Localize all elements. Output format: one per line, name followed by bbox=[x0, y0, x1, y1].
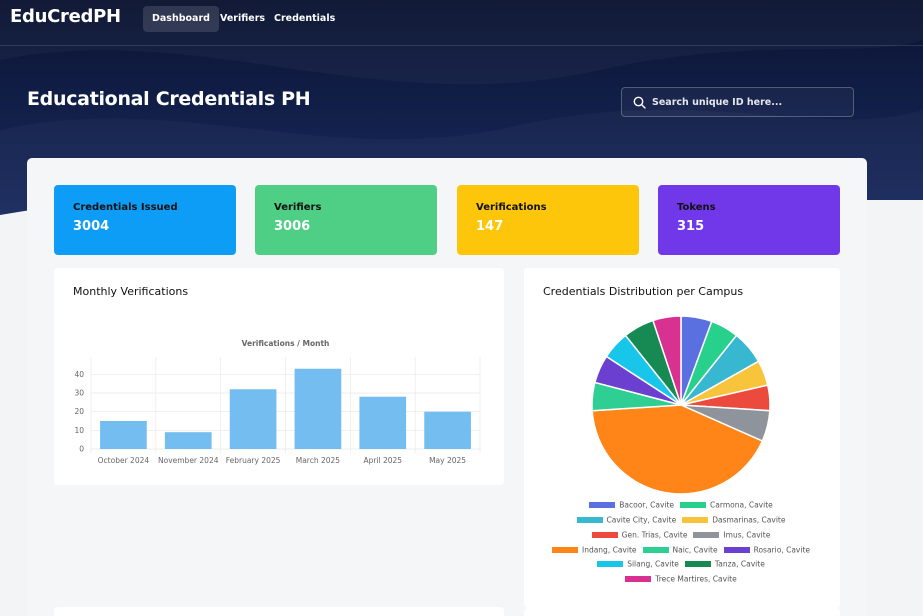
search-icon bbox=[633, 96, 646, 109]
page-title: Educational Credentials PH bbox=[27, 88, 311, 110]
legend-item[interactable]: Trece Martires, Cavite bbox=[625, 574, 737, 584]
legend-row: Bacoor, Cavite Carmona, Cavite bbox=[524, 500, 838, 514]
legend-item[interactable]: Carmona, Cavite bbox=[680, 500, 773, 510]
stat-label: Verifiers bbox=[274, 202, 322, 213]
chart-title: Verifications / Month bbox=[242, 339, 330, 348]
top-navbar: EduCredPH Dashboard Verifiers Credential… bbox=[0, 0, 923, 46]
brand-logo[interactable]: EduCredPH bbox=[10, 6, 121, 27]
legend-item[interactable]: Silang, Cavite bbox=[597, 559, 679, 569]
stat-value: 147 bbox=[476, 219, 504, 234]
stat-label: Tokens bbox=[677, 202, 716, 213]
legend-label: Imus, Cavite bbox=[723, 530, 771, 540]
monthly-verifications-chart: Verifications / Month 0 10 20 30 40 October 20… bbox=[74, 339, 481, 465]
nav-dashboard[interactable]: Dashboard bbox=[143, 6, 219, 32]
bar[interactable] bbox=[100, 421, 147, 449]
x-tick-label: May 2025 bbox=[429, 456, 466, 465]
legend-label: Gen. Trias, Cavite bbox=[621, 530, 688, 540]
y-tick-label: 40 bbox=[74, 370, 84, 379]
legend-label: Carmona, Cavite bbox=[710, 500, 773, 510]
legend-item[interactable]: Dasmarinas, Cavite bbox=[682, 515, 785, 525]
legend-item[interactable]: Imus, Cavite bbox=[693, 530, 771, 540]
x-tick-label: February 2025 bbox=[226, 456, 281, 465]
legend-swatch bbox=[693, 531, 720, 538]
legend-item[interactable]: Indang, Cavite bbox=[551, 545, 637, 555]
legend-item[interactable]: Tanza, Cavite bbox=[684, 559, 765, 569]
legend-label: Bacoor, Cavite bbox=[619, 500, 675, 510]
legend-row: Silang, Cavite Tanza, Cavite bbox=[524, 559, 838, 573]
search-box[interactable] bbox=[621, 87, 854, 117]
legend-label: Rosario, Cavite bbox=[753, 545, 810, 555]
legend-swatch bbox=[682, 517, 709, 524]
legend-item[interactable]: Bacoor, Cavite bbox=[589, 500, 674, 510]
bar[interactable] bbox=[424, 411, 471, 449]
legend-swatch bbox=[680, 502, 707, 509]
legend-swatch bbox=[625, 576, 652, 583]
bar[interactable] bbox=[294, 368, 342, 449]
stat-card-verifiers[interactable]: Verifiers 3006 bbox=[255, 185, 437, 255]
y-tick-label: 20 bbox=[74, 407, 84, 416]
legend-label: Silang, Cavite bbox=[627, 559, 679, 569]
y-tick-label: 10 bbox=[74, 426, 84, 435]
legend-row: Gen. Trias, Cavite Imus, Cavite bbox=[524, 530, 838, 544]
legend-swatch bbox=[723, 546, 750, 553]
stat-card-verifications[interactable]: Verifications 147 bbox=[457, 185, 639, 255]
stat-card-tokens[interactable]: Tokens 315 bbox=[658, 185, 840, 255]
x-tick-label: October 2024 bbox=[98, 456, 150, 465]
stat-value: 3006 bbox=[274, 219, 311, 234]
stat-label: Credentials Issued bbox=[73, 202, 178, 213]
legend-item[interactable]: Naic, Cavite bbox=[642, 545, 718, 555]
bar[interactable] bbox=[164, 432, 212, 449]
legend-row: Indang, Cavite Naic, Cavite Rosario, Cavit… bbox=[524, 544, 838, 558]
legend-label: Naic, Cavite bbox=[672, 545, 718, 555]
stat-value: 315 bbox=[677, 219, 705, 234]
legend-swatch bbox=[591, 531, 618, 538]
legend-swatch bbox=[551, 546, 578, 553]
lower-left-card bbox=[54, 607, 504, 616]
legend-item[interactable]: Cavite City, Cavite bbox=[576, 515, 677, 525]
legend-swatch bbox=[576, 517, 603, 524]
legend-swatch bbox=[684, 561, 711, 568]
legend-label: Dasmarinas, Cavite bbox=[712, 515, 786, 525]
stat-label: Verifications bbox=[476, 202, 547, 213]
x-tick-label: April 2025 bbox=[363, 456, 402, 465]
stat-value: 3004 bbox=[73, 219, 110, 234]
y-tick-label: 0 bbox=[79, 445, 84, 454]
bar[interactable] bbox=[229, 389, 277, 449]
legend-row: Cavite City, Cavite Dasmarinas, Cavite bbox=[524, 515, 838, 529]
credentials-distribution-card: Credentials Distribution per Campus Baco… bbox=[524, 268, 840, 608]
x-tick-label: March 2025 bbox=[296, 456, 341, 465]
legend-row: Trece Martires, Cavite bbox=[524, 574, 838, 588]
lower-right-card bbox=[524, 608, 840, 616]
legend-item[interactable]: Gen. Trias, Cavite bbox=[591, 530, 688, 540]
nav-credentials[interactable]: Credentials bbox=[265, 6, 344, 32]
bar[interactable] bbox=[359, 396, 407, 449]
x-tick-label: November 2024 bbox=[158, 456, 219, 465]
legend-swatch bbox=[642, 546, 669, 553]
legend-label: Indang, Cavite bbox=[581, 545, 637, 555]
monthly-verifications-card: Monthly Verifications Verifications / Mo… bbox=[54, 268, 504, 485]
legend-label: Trece Martires, Cavite bbox=[655, 574, 737, 584]
y-tick-label: 30 bbox=[74, 389, 84, 398]
stat-card-credentials-issued[interactable]: Credentials Issued 3004 bbox=[54, 185, 236, 255]
card-title: Credentials Distribution per Campus bbox=[543, 285, 744, 298]
legend-swatch bbox=[589, 502, 616, 509]
legend-item[interactable]: Rosario, Cavite bbox=[723, 545, 810, 555]
legend-label: Tanza, Cavite bbox=[714, 559, 765, 569]
legend-swatch bbox=[597, 561, 624, 568]
search-input[interactable] bbox=[652, 92, 847, 112]
legend-label: Cavite City, Cavite bbox=[606, 515, 677, 525]
